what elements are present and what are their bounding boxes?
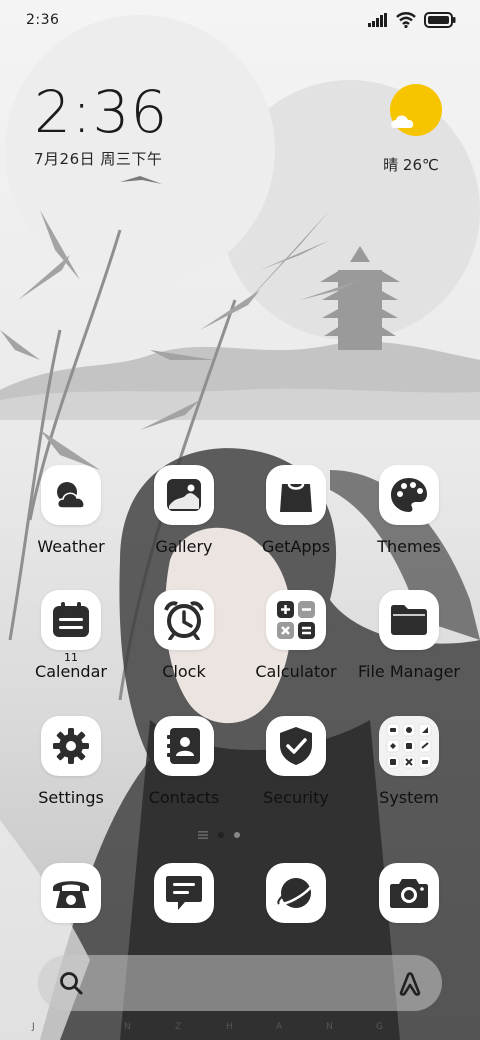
app-label: Calendar xyxy=(35,662,107,681)
app-label: Security xyxy=(263,788,329,807)
app-label: Contacts xyxy=(148,788,220,807)
letter: G xyxy=(376,1022,384,1032)
shield-check-icon xyxy=(280,727,312,765)
app-label: Gallery xyxy=(155,537,213,556)
app-settings[interactable]: Settings xyxy=(15,716,127,807)
search-icon[interactable] xyxy=(58,970,84,996)
app-security[interactable]: Security xyxy=(240,716,352,807)
gear-icon xyxy=(53,728,89,764)
menu-lines-icon xyxy=(198,831,208,839)
dock-browser[interactable] xyxy=(240,863,352,923)
status-bar: 2:36 xyxy=(0,0,480,44)
big-clock: 2:36 xyxy=(34,78,169,146)
page-dot xyxy=(234,832,240,838)
app-label: Themes xyxy=(377,537,441,556)
weather-text: 晴 26℃ xyxy=(383,156,439,174)
signal-icon xyxy=(368,13,387,27)
alarm-clock-icon xyxy=(164,601,204,640)
letter: J xyxy=(32,1022,36,1032)
weather-icon xyxy=(56,482,85,509)
gallery-icon xyxy=(167,479,201,511)
app-label: Settings xyxy=(38,788,104,807)
dock-messages[interactable] xyxy=(128,863,240,923)
letter: Z xyxy=(175,1022,183,1032)
app-calendar[interactable]: 11 Calendar xyxy=(15,590,127,681)
browser-icon xyxy=(277,878,316,908)
app-contacts[interactable]: Contacts xyxy=(128,716,240,807)
search-bar[interactable] xyxy=(38,955,442,1011)
wallpaper-letters: J I N Z H A N G D E xyxy=(0,1022,480,1036)
camera-icon xyxy=(390,879,428,908)
letter: N xyxy=(124,1022,132,1032)
page-indicator xyxy=(198,830,240,840)
letter: H xyxy=(226,1022,234,1032)
app-getapps[interactable]: GetApps xyxy=(240,465,352,556)
assistant-icon[interactable] xyxy=(396,969,424,997)
app-label: Calculator xyxy=(255,662,337,681)
weather-widget[interactable]: 晴 26℃ xyxy=(383,84,446,175)
letter: I xyxy=(78,1022,82,1032)
letter: A xyxy=(276,1022,284,1032)
sun-cloud-icon xyxy=(390,84,442,136)
app-file-manager[interactable]: File Manager xyxy=(353,590,465,681)
app-label: Weather xyxy=(37,537,105,556)
app-clock[interactable]: Clock xyxy=(128,590,240,681)
app-label: File Manager xyxy=(358,662,460,681)
calculator-icon xyxy=(277,601,315,639)
date-label: 7月26日 周三下午 xyxy=(34,150,163,168)
contacts-icon xyxy=(167,728,200,764)
calendar-icon xyxy=(53,602,89,637)
palette-icon xyxy=(391,478,427,512)
dock-phone[interactable] xyxy=(15,863,127,923)
folder-grid-icon xyxy=(386,723,432,769)
status-time: 2:36 xyxy=(26,12,60,28)
folder-icon xyxy=(391,605,427,635)
calendar-day-badge: 11 xyxy=(64,651,78,664)
page-dot-active xyxy=(218,832,224,838)
app-label: GetApps xyxy=(261,537,331,556)
clock-widget[interactable]: 2:36 7月26日 周三下午 xyxy=(34,80,168,169)
app-calculator[interactable]: Calculator xyxy=(240,590,352,681)
letter: E xyxy=(462,1022,469,1032)
app-system-folder[interactable]: System xyxy=(353,716,465,807)
app-label: Clock xyxy=(162,662,206,681)
app-themes[interactable]: Themes xyxy=(353,465,465,556)
wifi-icon xyxy=(396,12,416,28)
shopping-bag-icon xyxy=(280,483,312,512)
letter: N xyxy=(326,1022,334,1032)
status-icons xyxy=(368,12,456,28)
battery-icon xyxy=(424,12,456,28)
phone-icon xyxy=(53,881,89,908)
messages-icon xyxy=(166,876,202,910)
app-weather[interactable]: Weather xyxy=(15,465,127,556)
dock-camera[interactable] xyxy=(353,863,465,923)
app-label: System xyxy=(379,788,439,807)
letter: D xyxy=(428,1022,436,1032)
app-gallery[interactable]: Gallery xyxy=(128,465,240,556)
